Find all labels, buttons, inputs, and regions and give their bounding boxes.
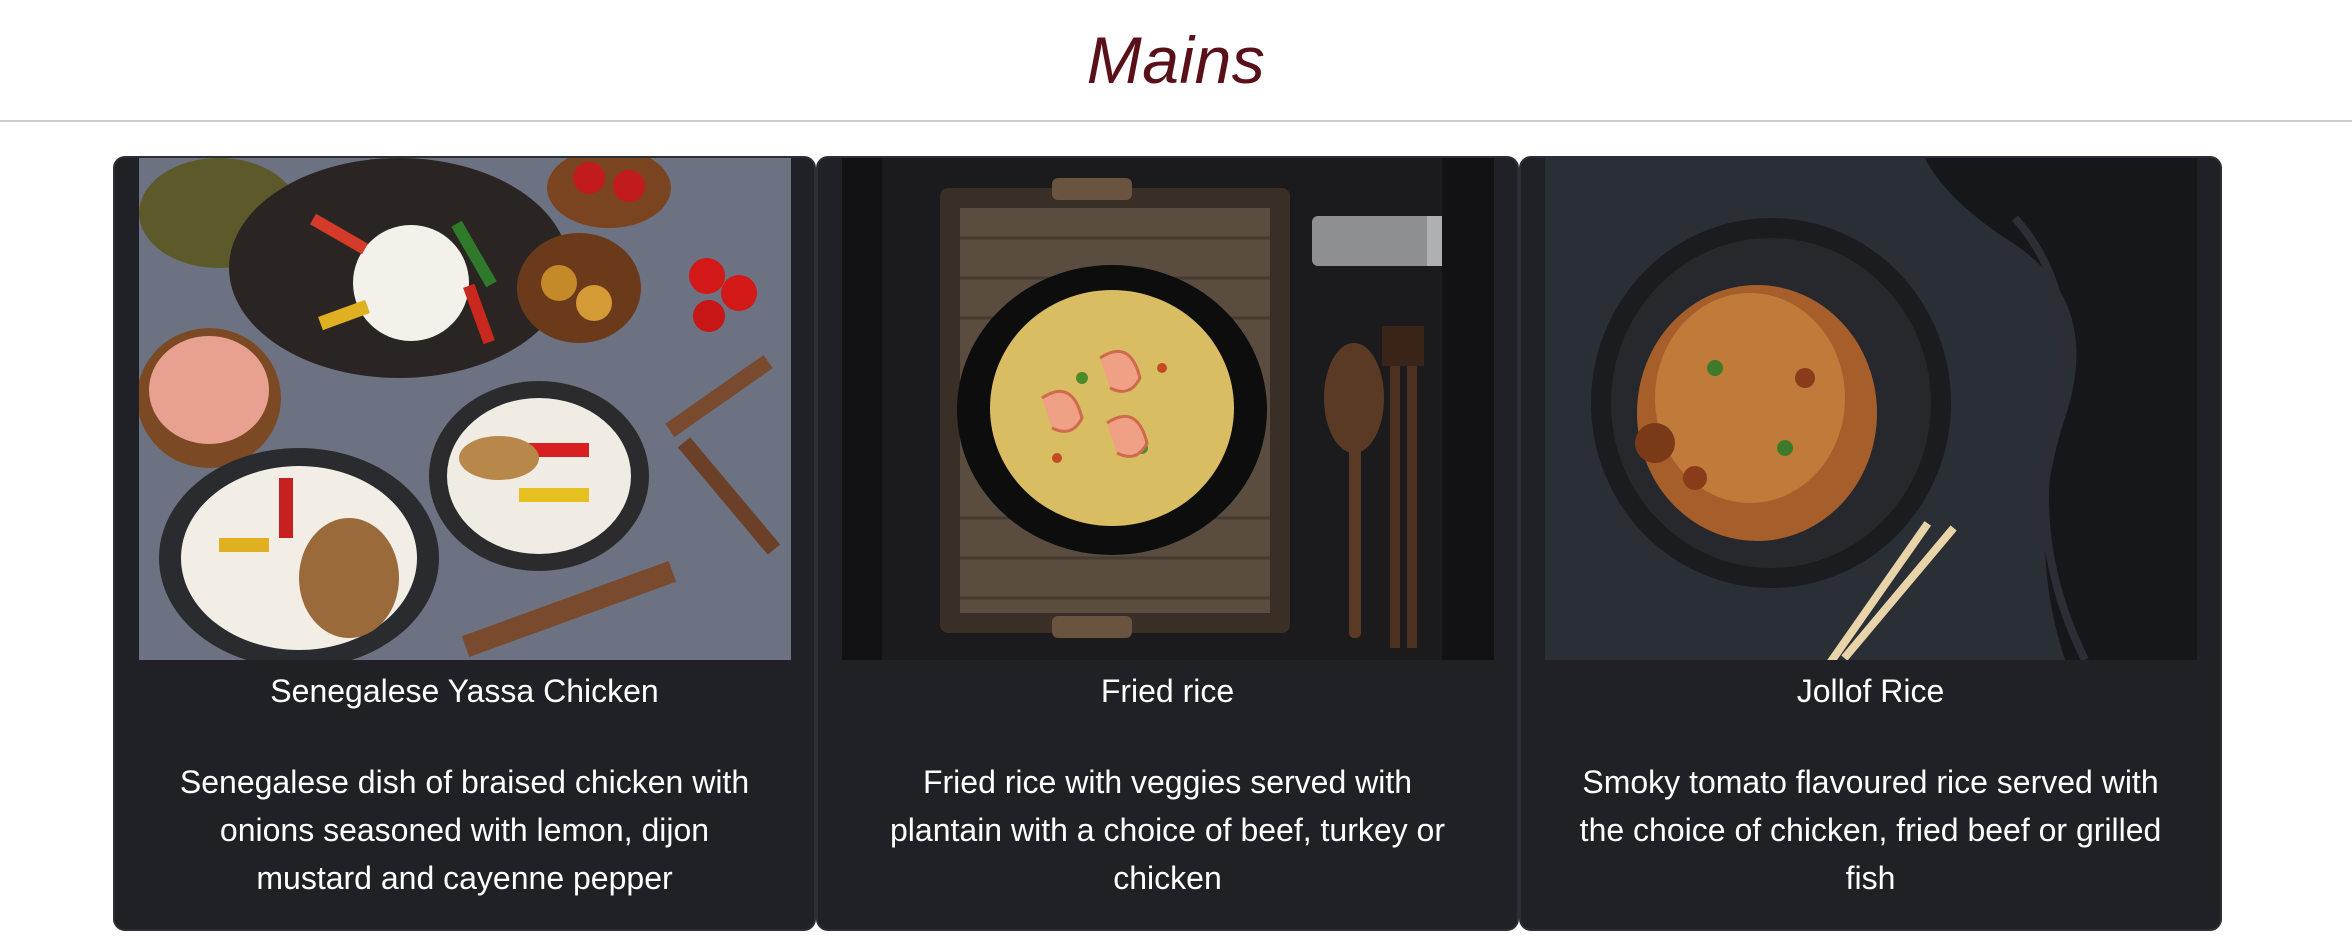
- jollof-rice-photo: [1544, 158, 2197, 660]
- dish-name: Fried rice: [1100, 673, 1235, 709]
- dish-card-yassa[interactable]: Senegalese Yassa Chicken Senegalese dish…: [113, 156, 816, 931]
- fried-rice-photo: [841, 158, 1494, 660]
- dish-image-jollof: [1544, 158, 2197, 660]
- section-title: Mains: [1086, 23, 1266, 97]
- dish-name: Jollof Rice: [1796, 673, 1945, 709]
- section-header: Mains: [0, 0, 2352, 122]
- dish-description: Smoky tomato flavoured rice served with …: [1579, 764, 2162, 896]
- dish-description: Senegalese dish of braised chicken with …: [179, 764, 750, 896]
- dish-card-list: Senegalese Yassa Chicken Senegalese dish…: [113, 156, 2222, 931]
- menu-page: Mains Senegalese Yassa Chicken Senegales…: [0, 0, 2352, 936]
- dish-image-fried-rice: [841, 158, 1494, 660]
- dish-image-yassa: [138, 158, 791, 660]
- yassa-chicken-photo: [138, 158, 791, 660]
- dish-card-fried-rice[interactable]: Fried rice Fried rice with veggies serve…: [816, 156, 1519, 931]
- dish-name: Senegalese Yassa Chicken: [270, 673, 659, 709]
- dish-card-jollof[interactable]: Jollof Rice Smoky tomato flavoured rice …: [1519, 156, 2222, 931]
- dish-description: Fried rice with veggies served with plan…: [890, 764, 1445, 896]
